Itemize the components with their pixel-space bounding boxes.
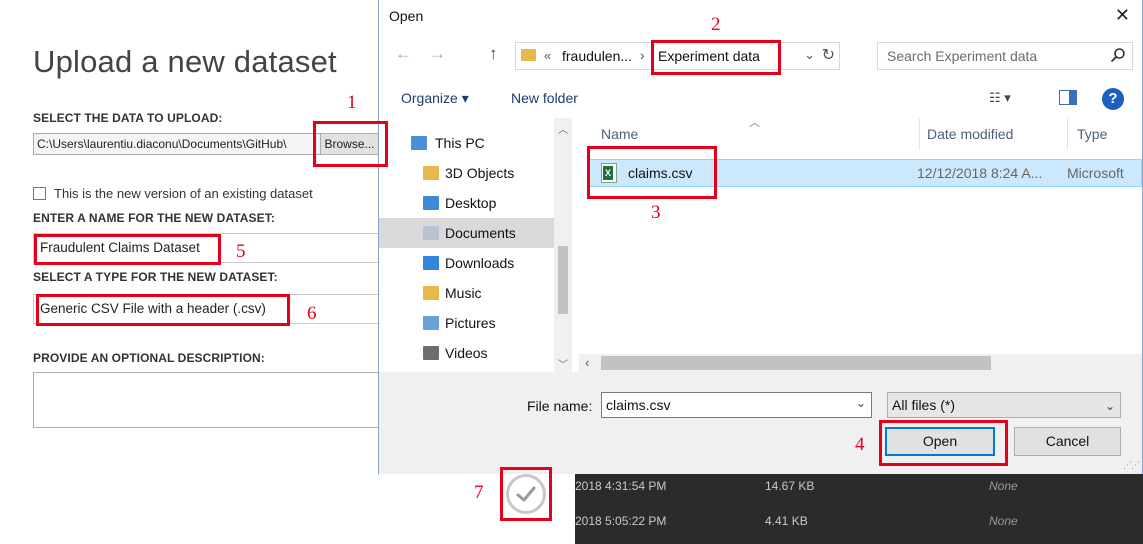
scroll-left-icon[interactable]: ‹: [585, 355, 589, 370]
column-header-type[interactable]: Type: [1077, 126, 1107, 142]
music-folder-icon: [423, 286, 439, 300]
dialog-toolbar: Organize ▾ New folder ☷ ▾ ?: [379, 80, 1142, 116]
column-header-name[interactable]: Name: [601, 126, 638, 142]
computer-icon: [411, 136, 427, 150]
dataset-row-date: 2018 4:31:54 PM: [575, 479, 667, 493]
search-input[interactable]: [878, 43, 1104, 69]
downloads-folder-icon: [423, 256, 439, 270]
breadcrumb-parent[interactable]: fraudulen...: [562, 48, 632, 64]
breadcrumb-separator[interactable]: ›: [640, 47, 645, 63]
breadcrumb-overflow[interactable]: «: [544, 48, 551, 63]
help-icon[interactable]: ?: [1102, 88, 1124, 110]
up-arrow-icon[interactable]: ↑: [489, 44, 498, 64]
description-textarea[interactable]: [33, 372, 379, 428]
dataset-row-size: 4.41 KB: [765, 514, 808, 528]
pictures-folder-icon: [423, 316, 439, 330]
annotation-number: 4: [855, 434, 865, 455]
annotation-box-file: [587, 146, 717, 199]
horizontal-scrollbar[interactable]: ‹: [579, 354, 1142, 372]
file-type-select[interactable]: All files (*) ⌄: [887, 392, 1121, 418]
annotation-box-confirm: [500, 467, 552, 521]
close-icon[interactable]: ✕: [1115, 5, 1130, 26]
nav-item-label: Music: [445, 285, 482, 301]
file-type-value: All files (*): [892, 397, 956, 413]
file-name-field[interactable]: ⌄: [601, 392, 872, 418]
file-name-input[interactable]: [602, 393, 850, 417]
dataset-row-size: 14.67 KB: [765, 479, 815, 493]
forward-arrow-icon[interactable]: →: [429, 44, 446, 64]
nav-item[interactable]: Pictures: [379, 308, 554, 338]
dialog-title: Open: [389, 8, 424, 24]
navigation-pane: This PC 3D Objects Desktop Documents Downloa…: [379, 118, 574, 372]
view-options-icon[interactable]: ☷ ▾: [989, 90, 1011, 106]
scrollbar-thumb[interactable]: [601, 356, 991, 370]
chevron-down-icon[interactable]: ⌄: [856, 396, 866, 410]
new-folder-button[interactable]: New folder: [511, 90, 578, 106]
nav-item-label: Documents: [445, 225, 516, 241]
resize-grip-icon[interactable]: ⋰⋰: [1123, 460, 1140, 471]
nav-item[interactable]: Documents: [379, 218, 554, 248]
scroll-down-icon[interactable]: ﹀: [558, 356, 568, 371]
back-arrow-icon[interactable]: ←: [395, 44, 412, 64]
nav-item[interactable]: Desktop: [379, 188, 554, 218]
cancel-button[interactable]: Cancel: [1014, 427, 1121, 456]
column-separator[interactable]: [1067, 118, 1068, 150]
annotation-box-browse: [313, 121, 388, 167]
nav-item-label: Desktop: [445, 195, 497, 211]
dialog-bottom-panel: File name: ⌄ All files (*) ⌄ Open Cancel…: [379, 372, 1142, 474]
file-type: Microsoft: [1067, 165, 1124, 181]
dataset-row-desc: None: [989, 514, 1018, 528]
scrollbar-thumb[interactable]: [558, 246, 568, 314]
refresh-icon[interactable]: ↻: [822, 45, 835, 65]
new-version-checkbox[interactable]: [33, 187, 46, 200]
preview-pane-icon[interactable]: [1059, 90, 1077, 105]
annotation-number: 7: [474, 482, 484, 503]
organize-button[interactable]: Organize ▾: [401, 90, 469, 107]
documents-folder-icon: [423, 226, 439, 240]
annotation-number: 3: [651, 202, 661, 223]
nav-item[interactable]: Videos: [379, 338, 554, 368]
nav-item-label: Downloads: [445, 255, 515, 271]
annotation-box-open: [879, 420, 1008, 466]
annotation-box-name: [34, 234, 221, 265]
page-title: Upload a new dataset: [33, 44, 337, 79]
file-name-label: File name:: [527, 398, 593, 414]
cube-folder-icon: [423, 166, 439, 180]
folder-icon: [521, 49, 536, 61]
annotation-number: 5: [236, 241, 246, 262]
column-separator[interactable]: [919, 118, 920, 150]
new-version-row[interactable]: This is the new version of an existing d…: [33, 186, 313, 201]
annotation-box-address: [651, 40, 781, 75]
desktop-folder-icon: [423, 196, 439, 210]
annotation-number: 1: [347, 92, 357, 113]
chevron-down-icon[interactable]: ⌄: [804, 47, 815, 63]
nav-item-label: This PC: [435, 135, 485, 151]
nav-item[interactable]: Downloads: [379, 248, 554, 278]
dataset-name-label: ENTER A NAME FOR THE NEW DATASET:: [33, 211, 275, 225]
file-date: 12/12/2018 8:24 A...: [917, 165, 1043, 181]
vertical-scrollbar[interactable]: ︿ ﹀: [554, 118, 572, 372]
new-version-label: This is the new version of an existing d…: [54, 186, 313, 201]
chevron-down-icon[interactable]: ⌄: [1105, 394, 1115, 418]
dataset-row-desc: None: [989, 479, 1018, 493]
search-icon[interactable]: [1110, 47, 1126, 65]
nav-item[interactable]: Music: [379, 278, 554, 308]
select-data-label: SELECT THE DATA TO UPLOAD:: [33, 111, 223, 125]
annotation-box-type: [36, 294, 290, 326]
videos-folder-icon: [423, 346, 439, 360]
annotation-number: 2: [711, 14, 721, 35]
dataset-row-date: 2018 5:05:22 PM: [575, 514, 667, 528]
nav-item[interactable]: This PC: [379, 128, 554, 158]
annotation-number: 6: [307, 303, 317, 324]
column-header-date[interactable]: Date modified: [927, 126, 1013, 142]
dataset-type-label: SELECT A TYPE FOR THE NEW DATASET:: [33, 270, 278, 284]
nav-item[interactable]: 3D Objects: [379, 158, 554, 188]
search-box[interactable]: [877, 42, 1133, 70]
description-label: PROVIDE AN OPTIONAL DESCRIPTION:: [33, 351, 265, 365]
sort-caret-icon: ︿: [749, 117, 760, 129]
nav-item-label: Pictures: [445, 315, 496, 331]
nav-item-label: Videos: [445, 345, 488, 361]
scroll-up-icon[interactable]: ︿: [558, 121, 568, 136]
nav-item-label: 3D Objects: [445, 165, 515, 181]
